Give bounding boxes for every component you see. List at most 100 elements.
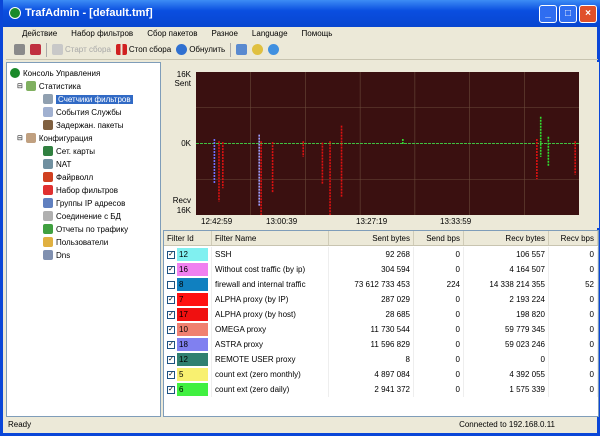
- col-recv-bytes[interactable]: Recv bytes: [464, 231, 549, 245]
- recv-bps: 0: [549, 352, 598, 367]
- send-bps: 0: [414, 352, 464, 367]
- filter-id-cell: ✓ 12: [164, 247, 212, 262]
- maximize-button[interactable]: □: [559, 5, 577, 23]
- table-row[interactable]: ✓ 10 OMEGA proxy 11 730 544 0 59 779 345 …: [164, 322, 598, 337]
- send-bps: 0: [414, 337, 464, 352]
- enable-checkbox[interactable]: ✓: [167, 385, 175, 394]
- color-swatch: 16: [177, 263, 208, 276]
- enable-checkbox[interactable]: [167, 280, 175, 289]
- filter-id: 17: [179, 310, 188, 319]
- menu-help[interactable]: Помощь: [302, 29, 333, 38]
- col-recv-bps[interactable]: Recv bps: [549, 231, 598, 245]
- toolbar: Старт сбора Стоп сбора Обнулить: [6, 40, 598, 60]
- table-row[interactable]: ✓ 5 count ext (zero monthly) 4 897 084 0 …: [164, 367, 598, 382]
- tree-held-packets[interactable]: Задержан. пакеты: [43, 119, 123, 131]
- tree-filter-counters[interactable]: Счетчики фильтров: [43, 93, 133, 105]
- tree-ip-groups[interactable]: Группы IP адресов: [43, 197, 125, 209]
- counter-icon: [43, 94, 53, 104]
- users-icon: [43, 237, 53, 247]
- table-row[interactable]: ✓ 12 REMOTE USER proxy 8 0 0 0: [164, 352, 598, 367]
- close-button[interactable]: ×: [579, 5, 597, 23]
- table-row[interactable]: 8 firewall and internal traffic 73 612 7…: [164, 277, 598, 292]
- recv-bytes: 14 338 214 355: [464, 277, 549, 292]
- send-bps: 0: [414, 307, 464, 322]
- properties-icon[interactable]: [236, 44, 248, 55]
- send-bps: 0: [414, 367, 464, 382]
- filter-name: count ext (zero daily): [212, 382, 329, 397]
- enable-checkbox[interactable]: ✓: [167, 325, 175, 334]
- network-card-icon: [43, 146, 53, 156]
- tree-db-connection[interactable]: Соединение с БД: [43, 210, 121, 222]
- col-filter-id[interactable]: Filter Id: [164, 231, 212, 245]
- collapse-icon: ⊟: [17, 135, 23, 142]
- sent-bytes: 2 941 372: [329, 382, 414, 397]
- tree-users[interactable]: Пользователи: [43, 236, 108, 248]
- col-filter-name[interactable]: Filter Name: [212, 231, 329, 245]
- tree-label: Отчеты по трафику: [56, 224, 129, 234]
- col-send-bps[interactable]: Send bps: [414, 231, 464, 245]
- menu-packet-capture[interactable]: Сбор пакетов: [147, 29, 197, 38]
- menu-language[interactable]: Language: [252, 29, 288, 38]
- enable-checkbox[interactable]: ✓: [167, 295, 175, 304]
- connect-icon[interactable]: [14, 44, 25, 55]
- filter-id: 7: [179, 295, 184, 304]
- enable-checkbox[interactable]: ✓: [167, 250, 175, 259]
- tree-root[interactable]: Консоль Управления: [10, 67, 100, 79]
- enable-checkbox[interactable]: ✓: [167, 355, 175, 364]
- tree-traffic-reports[interactable]: Отчеты по трафику: [43, 223, 128, 235]
- table-row[interactable]: ✓ 16 Without cost traffic (by ip) 304 594…: [164, 262, 598, 277]
- keys-icon[interactable]: [252, 44, 264, 55]
- report-icon: [43, 224, 53, 234]
- recv-bps: 52: [549, 277, 598, 292]
- traffic-chart-svg: 16K Sent 0K Recv 16K 12:42:59 13:00:39 1…: [173, 70, 579, 226]
- color-swatch: 17: [177, 308, 208, 321]
- sent-bytes: 73 612 733 453: [329, 277, 414, 292]
- tree-network-cards[interactable]: Сет. карты: [43, 145, 95, 157]
- console-icon: [10, 68, 20, 78]
- recv-bytes: 0: [464, 352, 549, 367]
- info-icon[interactable]: [268, 44, 280, 55]
- filter-id-cell: ✓ 17: [164, 307, 212, 322]
- tree-nat[interactable]: NAT: [43, 158, 71, 170]
- firewall-icon: [43, 172, 53, 182]
- tree-firewall[interactable]: Файрволл: [43, 171, 93, 183]
- table-row[interactable]: ✓ 12 SSH 92 268 0 106 557 0: [164, 247, 598, 262]
- disconnect-icon[interactable]: [30, 44, 41, 55]
- enable-checkbox[interactable]: ✓: [167, 340, 175, 349]
- tree-label: Сет. карты: [56, 146, 95, 156]
- statistics-icon: [25, 81, 36, 91]
- table-row[interactable]: ✓ 6 count ext (zero daily) 2 941 372 0 1 …: [164, 382, 598, 397]
- x-tick: 12:42:59: [201, 217, 233, 226]
- table-row[interactable]: ✓ 18 ASTRA proxy 11 596 829 0 59 023 246 …: [164, 337, 598, 352]
- y-bot-sub: 16K: [177, 206, 192, 215]
- tree-service-events[interactable]: События Службы: [43, 106, 122, 118]
- color-swatch: 12: [177, 248, 208, 261]
- enable-checkbox[interactable]: ✓: [167, 265, 175, 274]
- filter-name: OMEGA proxy: [212, 322, 329, 337]
- color-swatch: 18: [177, 338, 208, 351]
- menu-action[interactable]: Действие: [22, 29, 57, 38]
- nat-icon: [43, 159, 53, 169]
- table-row[interactable]: ✓ 17 ALPHA proxy (by host) 28 685 0 198 8…: [164, 307, 598, 322]
- send-bps: 0: [414, 292, 464, 307]
- navigation-tree: Консоль Управления ⊟ Статистика Счетчики …: [6, 62, 161, 417]
- enable-checkbox[interactable]: ✓: [167, 370, 175, 379]
- enable-checkbox[interactable]: ✓: [167, 310, 175, 319]
- menu-bar: Действие Набор фильтров Сбор пакетов Раз…: [6, 27, 598, 40]
- y-bot-label: Recv: [173, 196, 191, 205]
- table-header: Filter Id Filter Name Sent bytes Send bp…: [164, 231, 598, 246]
- color-swatch: 10: [177, 323, 208, 336]
- stop-capture-button[interactable]: Стоп сбора: [115, 44, 171, 55]
- reset-button[interactable]: Обнулить: [176, 44, 225, 55]
- tree-configuration[interactable]: ⊟ Конфигурация: [17, 132, 93, 144]
- table-row[interactable]: ✓ 7 ALPHA proxy (by IP) 287 029 0 2 193 2…: [164, 292, 598, 307]
- color-swatch: 12: [177, 353, 208, 366]
- minimize-button[interactable]: _: [539, 5, 557, 23]
- tree-filter-set[interactable]: Набор фильтров: [43, 184, 118, 196]
- menu-filter-set[interactable]: Набор фильтров: [71, 29, 133, 38]
- tree-dns[interactable]: Dns: [43, 249, 70, 261]
- col-sent-bytes[interactable]: Sent bytes: [329, 231, 414, 245]
- tree-statistics[interactable]: ⊟ Статистика: [17, 80, 81, 92]
- menu-misc[interactable]: Разное: [212, 29, 238, 38]
- start-capture-button[interactable]: Старт сбора: [52, 44, 111, 55]
